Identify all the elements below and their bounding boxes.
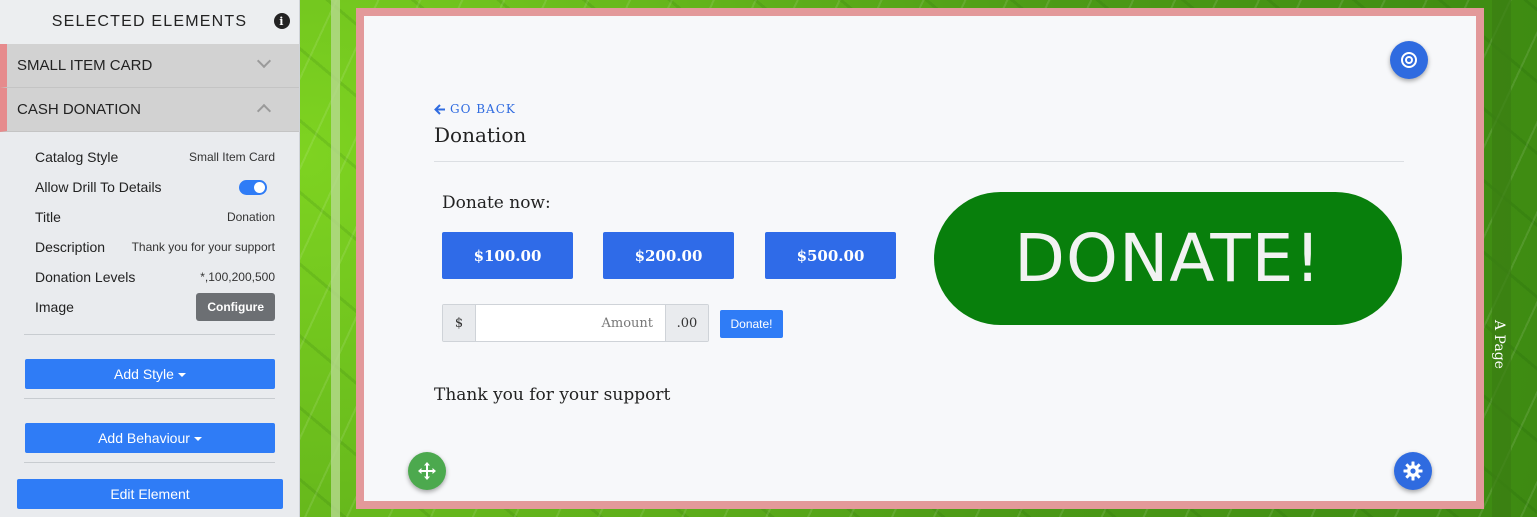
caret-down-icon [193, 437, 202, 441]
section-cash-donation[interactable]: CASH DONATION [0, 88, 299, 132]
divider [24, 398, 275, 399]
title-divider [434, 161, 1404, 162]
prop-donation-levels: Donation Levels *,100,200,500 [35, 262, 275, 292]
stage-rail [331, 0, 340, 517]
amount-100-button[interactable]: $100.00 [442, 232, 573, 279]
selected-elements-panel: SELECTED ELEMENTS i SMALL ITEM CARD CASH… [0, 0, 300, 517]
move-icon [418, 462, 436, 480]
add-behaviour-label: Add Behaviour [98, 430, 190, 446]
chevron-down-icon[interactable] [256, 53, 272, 69]
add-behaviour-button[interactable]: Add Behaviour [25, 423, 275, 453]
edit-element-label: Edit Element [110, 486, 190, 502]
prop-title: Title Donation [35, 202, 275, 232]
section-label: CASH DONATION [17, 101, 141, 118]
caret-down-icon [177, 373, 186, 377]
target-icon [1401, 52, 1417, 68]
section-small-item-card[interactable]: SMALL ITEM CARD [0, 44, 299, 88]
amount-200-button[interactable]: $200.00 [603, 232, 734, 279]
go-back-label: GO BACK [450, 102, 516, 116]
prop-value[interactable]: Small Item Card [189, 150, 275, 164]
prop-catalog-style: Catalog Style Small Item Card [35, 142, 275, 172]
add-style-label: Add Style [114, 366, 174, 382]
prop-label: Description [35, 239, 106, 255]
move-button[interactable] [408, 452, 446, 490]
arrow-left-icon [434, 103, 445, 115]
page-tab-strip[interactable] [1492, 0, 1511, 517]
page-title: Donation [434, 123, 527, 147]
prop-image: Image Configure [35, 292, 275, 322]
go-back-link[interactable]: GO BACK [434, 102, 516, 116]
target-button[interactable] [1390, 41, 1428, 79]
donation-description: Thank you for your support [434, 385, 671, 405]
divider [24, 334, 275, 335]
prop-label: Title [35, 209, 61, 225]
prop-label: Image [35, 299, 74, 315]
add-style-button[interactable]: Add Style [25, 359, 275, 389]
settings-button[interactable] [1394, 452, 1432, 490]
prop-value[interactable]: *,100,200,500 [200, 270, 275, 284]
configure-button[interactable]: Configure [196, 293, 275, 321]
custom-amount-group: $ .00 [442, 304, 709, 342]
section-label: SMALL ITEM CARD [17, 57, 153, 74]
donate-now-label: Donate now: [442, 193, 551, 213]
prop-value[interactable]: Thank you for your support [132, 240, 275, 254]
divider [24, 462, 275, 463]
donate-submit-button[interactable]: Donate! [720, 310, 783, 338]
gear-icon [1403, 461, 1423, 481]
property-list: Catalog Style Small Item Card Allow Dril… [0, 142, 299, 322]
prop-label: Catalog Style [35, 149, 119, 165]
page-tab-label[interactable]: A Page [1491, 320, 1507, 369]
panel-header: SELECTED ELEMENTS i [0, 0, 299, 44]
chevron-up-icon[interactable] [256, 103, 272, 119]
prop-description: Description Thank you for your support [35, 232, 275, 262]
page-canvas: GO BACK Donation Donate now: $100.00 $20… [364, 16, 1476, 501]
prop-allow-drill: Allow Drill To Details [35, 172, 275, 202]
prop-label: Allow Drill To Details [35, 179, 162, 195]
donate-banner-image: DONATE! [934, 192, 1402, 325]
prop-label: Donation Levels [35, 269, 136, 285]
currency-suffix: .00 [666, 305, 708, 341]
selected-page-frame: GO BACK Donation Donate now: $100.00 $20… [356, 8, 1484, 509]
amount-input[interactable] [475, 305, 666, 341]
allow-drill-toggle[interactable] [239, 179, 267, 195]
panel-title: SELECTED ELEMENTS [51, 13, 248, 30]
currency-prefix: $ [443, 305, 475, 341]
edit-element-button[interactable]: Edit Element [17, 479, 283, 509]
amount-500-button[interactable]: $500.00 [765, 232, 896, 279]
info-icon[interactable]: i [274, 13, 290, 29]
prop-value[interactable]: Donation [227, 210, 275, 224]
